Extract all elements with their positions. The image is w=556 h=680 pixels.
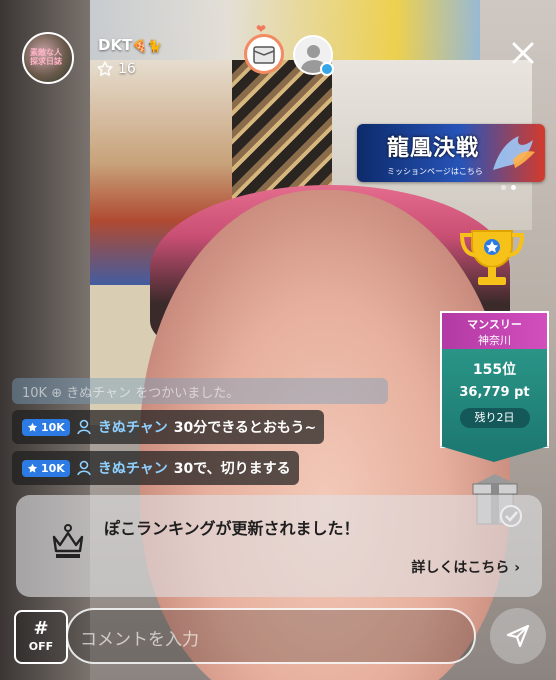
star-icon [27,422,38,432]
viewer-avatar-1[interactable] [244,34,284,74]
level-badge: 10K [22,459,70,477]
event-banner-title: 龍凰決戦 [387,135,480,161]
robot-icon [253,46,275,64]
hashtag-symbol: # [33,618,49,639]
user-rank-icon [77,419,91,435]
host-avatar[interactable]: 素敵な人 探求日誌 [22,32,74,84]
notice-message: ぽこランキングが更新されました！ [104,519,360,538]
comment-faded: 10K ⊕ きぬチャン をつかいました。 [12,378,388,404]
ranking-points: 36,779 pt [459,385,530,400]
comment-username[interactable]: きぬチャン [98,458,168,478]
user-rank-icon [77,460,91,476]
close-icon[interactable] [508,38,538,68]
viewer-badge-icon [320,62,334,76]
ranking-card[interactable]: マンスリー 神奈川 155位 36,779 pt 残り2日 [440,311,549,448]
star-outline-icon [97,61,113,76]
event-banner-subtitle: ミッションページはこちら [387,167,483,176]
notice-details-link[interactable]: 詳しくはこちら › [411,557,520,577]
ranking-header: マンスリー 神奈川 [442,313,547,349]
host-name[interactable]: DKT🍕🐈 [98,36,162,54]
comment-item[interactable]: 10K きぬチャン 30分できるとおもう~ [12,410,325,444]
dragon-icon [493,136,535,170]
comment-text: 30で、切りまする [173,461,291,477]
ranking-area: 神奈川 [478,334,511,347]
host-avatar-text: 素敵な人 探求日誌 [30,48,62,66]
trophy-icon[interactable] [458,225,526,291]
host-name-emoji: 🍕🐈 [132,39,163,53]
follow-row[interactable]: 16 [96,60,136,78]
ranking-position: 155位 [472,362,517,378]
hashtag-state: OFF [28,640,54,653]
crown-icon [52,524,84,558]
send-button[interactable] [490,608,546,664]
banner-pagination [501,185,516,190]
comment-username[interactable]: きぬチャン [98,417,168,437]
send-icon [506,624,530,648]
comment-item[interactable]: 10K きぬチャン 30で、切りまする [12,451,299,485]
ranking-card-tail [440,446,549,462]
ranking-title: マンスリー [467,318,522,331]
banner-dot-active [511,185,516,190]
event-banner[interactable]: 龍凰決戦 ミッションページはこちら [357,124,545,182]
comment-text: 30分できるとおもう~ [173,420,317,436]
follow-count: 16 [118,61,136,77]
comment-input-placeholder: コメントを入力 [80,630,199,650]
ranking-update-notice[interactable]: ぽこランキングが更新されました！ 詳しくはこちら › [16,495,542,597]
ranking-days-left: 残り2日 [459,408,530,428]
banner-dot [501,185,506,190]
comment-input[interactable]: コメントを入力 [66,608,476,664]
level-badge: 10K [22,418,70,436]
star-icon [27,463,38,473]
hashtag-toggle-button[interactable]: # OFF [14,610,68,664]
